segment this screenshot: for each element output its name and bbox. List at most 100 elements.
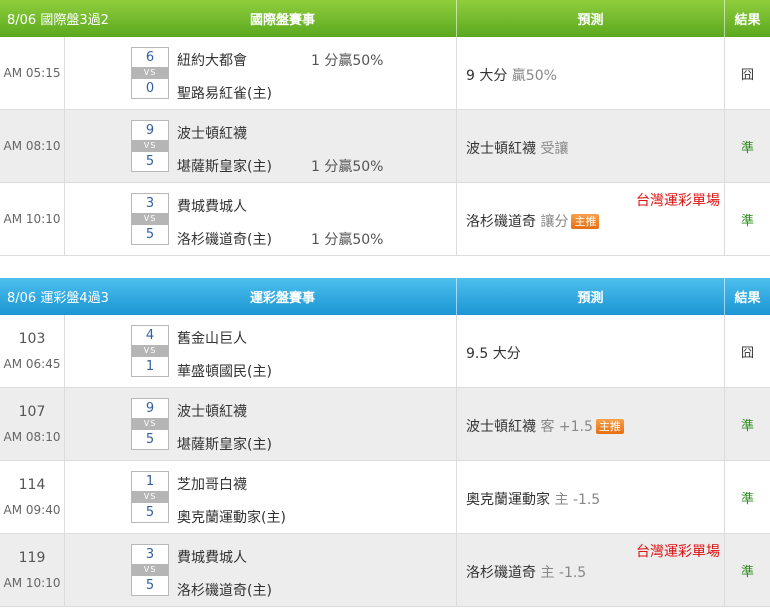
away-team[interactable]: 波士頓紅襪 — [177, 401, 247, 421]
home-score: 1 — [145, 359, 155, 374]
prediction-pick: 9 大分 — [466, 68, 508, 84]
away-score: 1 — [145, 474, 155, 489]
prediction-text: 奧克蘭運動家 主 -1.5 — [466, 489, 600, 509]
section-header: 8/06 國際盤3過2 國際盤賽事 預測 結果 — [0, 0, 770, 37]
prediction-detail: 主 -1.5 — [536, 565, 587, 581]
home-score: 5 — [145, 227, 155, 242]
vs-label: VS — [132, 67, 168, 79]
prediction-cell: 波士頓紅襪 客 +1.5 主推 — [457, 388, 725, 460]
away-score: 3 — [145, 547, 155, 562]
game-cell: 3 VS 5 費城費城人 洛杉磯道奇(主) 1 分贏50% — [65, 183, 457, 255]
away-team[interactable]: 舊金山巨人 — [177, 328, 247, 348]
result-cell: 準 — [740, 491, 754, 507]
away-score: 9 — [145, 401, 155, 416]
score-box: 1 VS 5 — [131, 471, 169, 523]
prediction-text: 9 大分 贏50% — [466, 65, 557, 85]
time-cell: AM 08:10 — [0, 110, 65, 182]
game-column-header: 國際盤賽事 — [65, 0, 457, 37]
game-cell: 1 VS 5 芝加哥白襪 奧克蘭運動家(主) — [65, 461, 457, 533]
match-row: AM 10:10 3 VS 5 費城費城人 洛杉磯道奇(主) 1 分贏50% 台… — [0, 183, 770, 256]
home-score: 5 — [145, 432, 155, 447]
prediction-detail: 受讓 — [536, 141, 569, 157]
away-team[interactable]: 費城費城人 — [177, 196, 247, 216]
home-team[interactable]: 華盛頓國民(主) — [177, 361, 272, 381]
time-cell: 114 AM 09:40 — [0, 461, 65, 533]
home-score: 5 — [145, 578, 155, 593]
game-cell: 6 VS 0 紐約大都會 聖路易紅雀(主) 1 分贏50% — [65, 37, 457, 109]
prediction-cell: 9.5 大分 — [457, 315, 725, 387]
game-time: AM 08:10 — [3, 430, 61, 444]
single-game-tag: 台灣運彩單場 — [636, 544, 720, 560]
result-column-header: 結果 — [734, 291, 761, 306]
section-date: 8/06 國際盤3過2 — [7, 13, 109, 28]
prediction-pick: 波士頓紅襪 — [466, 419, 536, 435]
prediction-column-header: 預測 — [457, 278, 725, 315]
score-box: 3 VS 5 — [131, 544, 169, 596]
result-column-header: 結果 — [734, 13, 761, 28]
game-number: 114 — [18, 477, 46, 493]
vs-label: VS — [132, 140, 168, 152]
prediction-cell: 台灣運彩單場 洛杉磯道奇 讓分 主推 — [457, 183, 725, 255]
prediction-text: 洛杉磯道奇 讓分 主推 — [466, 211, 600, 231]
home-team[interactable]: 洛杉磯道奇(主) — [177, 229, 272, 249]
handicap-line: 1 分贏50% — [311, 232, 384, 248]
match-row: 114 AM 09:40 1 VS 5 芝加哥白襪 奧克蘭運動家(主) 奧克蘭運… — [0, 461, 770, 534]
home-team[interactable]: 洛杉磯道奇(主) — [177, 580, 272, 600]
time-cell: 107 AM 08:10 — [0, 388, 65, 460]
vs-label: VS — [132, 491, 168, 503]
prediction-cell: 9 大分 贏50% — [457, 37, 725, 109]
home-team[interactable]: 堪薩斯皇家(主) — [177, 434, 272, 454]
away-score: 6 — [145, 50, 155, 65]
time-cell: AM 05:15 — [0, 37, 65, 109]
prediction-text: 波士頓紅襪 受讓 — [466, 138, 568, 158]
featured-pick-badge: 主推 — [595, 419, 624, 434]
match-row: 107 AM 08:10 9 VS 5 波士頓紅襪 堪薩斯皇家(主) 波士頓紅襪… — [0, 388, 770, 461]
result-cell: 囧 — [740, 345, 754, 361]
time-cell: 119 AM 10:10 — [0, 534, 65, 606]
match-row: AM 05:15 6 VS 0 紐約大都會 聖路易紅雀(主) 1 分贏50% 9… — [0, 37, 770, 110]
result-cell: 準 — [740, 140, 754, 156]
game-number: 103 — [18, 331, 46, 347]
score-box: 4 VS 1 — [131, 325, 169, 377]
game-time: AM 09:40 — [3, 503, 61, 517]
prediction-pick: 波士頓紅襪 — [466, 141, 536, 157]
vs-label: VS — [132, 564, 168, 576]
section-date: 8/06 運彩盤4過3 — [7, 291, 109, 306]
score-box: 9 VS 5 — [131, 120, 169, 172]
vs-label: VS — [132, 345, 168, 357]
prediction-text: 波士頓紅襪 客 +1.5 主推 — [466, 416, 624, 436]
home-score: 5 — [145, 505, 155, 520]
game-time: AM 08:10 — [3, 139, 61, 153]
prediction-detail: 主 -1.5 — [550, 492, 601, 508]
result-cell: 囧 — [740, 67, 754, 83]
score-box: 6 VS 0 — [131, 47, 169, 99]
game-cell: 3 VS 5 費城費城人 洛杉磯道奇(主) — [65, 534, 457, 606]
away-team[interactable]: 紐約大都會 — [177, 50, 247, 70]
prediction-text: 洛杉磯道奇 主 -1.5 — [466, 562, 586, 582]
game-cell: 9 VS 5 波士頓紅襪 堪薩斯皇家(主) — [65, 388, 457, 460]
home-team[interactable]: 聖路易紅雀(主) — [177, 83, 272, 103]
home-team[interactable]: 奧克蘭運動家(主) — [177, 507, 286, 527]
away-score: 9 — [145, 123, 155, 138]
result-cell: 準 — [740, 213, 754, 229]
prediction-detail: 客 +1.5 — [536, 419, 593, 435]
game-time: AM 06:45 — [3, 357, 61, 371]
match-row: 119 AM 10:10 3 VS 5 費城費城人 洛杉磯道奇(主) 台灣運彩單… — [0, 534, 770, 607]
prediction-column-header: 預測 — [457, 0, 725, 37]
handicap-line: 1 分贏50% — [311, 159, 384, 175]
vs-label: VS — [132, 418, 168, 430]
prediction-pick: 9.5 大分 — [466, 346, 521, 362]
away-score: 4 — [145, 328, 155, 343]
home-team[interactable]: 堪薩斯皇家(主) — [177, 156, 272, 176]
game-time: AM 05:15 — [3, 66, 61, 80]
intl-section: 8/06 國際盤3過2 國際盤賽事 預測 結果 AM 05:15 6 VS 0 … — [0, 0, 770, 256]
away-team[interactable]: 波士頓紅襪 — [177, 123, 247, 143]
result-cell: 準 — [740, 564, 754, 580]
game-number: 119 — [18, 550, 46, 566]
game-cell: 4 VS 1 舊金山巨人 華盛頓國民(主) — [65, 315, 457, 387]
away-team[interactable]: 芝加哥白襪 — [177, 474, 247, 494]
prediction-pick: 洛杉磯道奇 — [466, 214, 536, 230]
time-cell: AM 10:10 — [0, 183, 65, 255]
away-team[interactable]: 費城費城人 — [177, 547, 247, 567]
game-time: AM 10:10 — [3, 212, 61, 226]
